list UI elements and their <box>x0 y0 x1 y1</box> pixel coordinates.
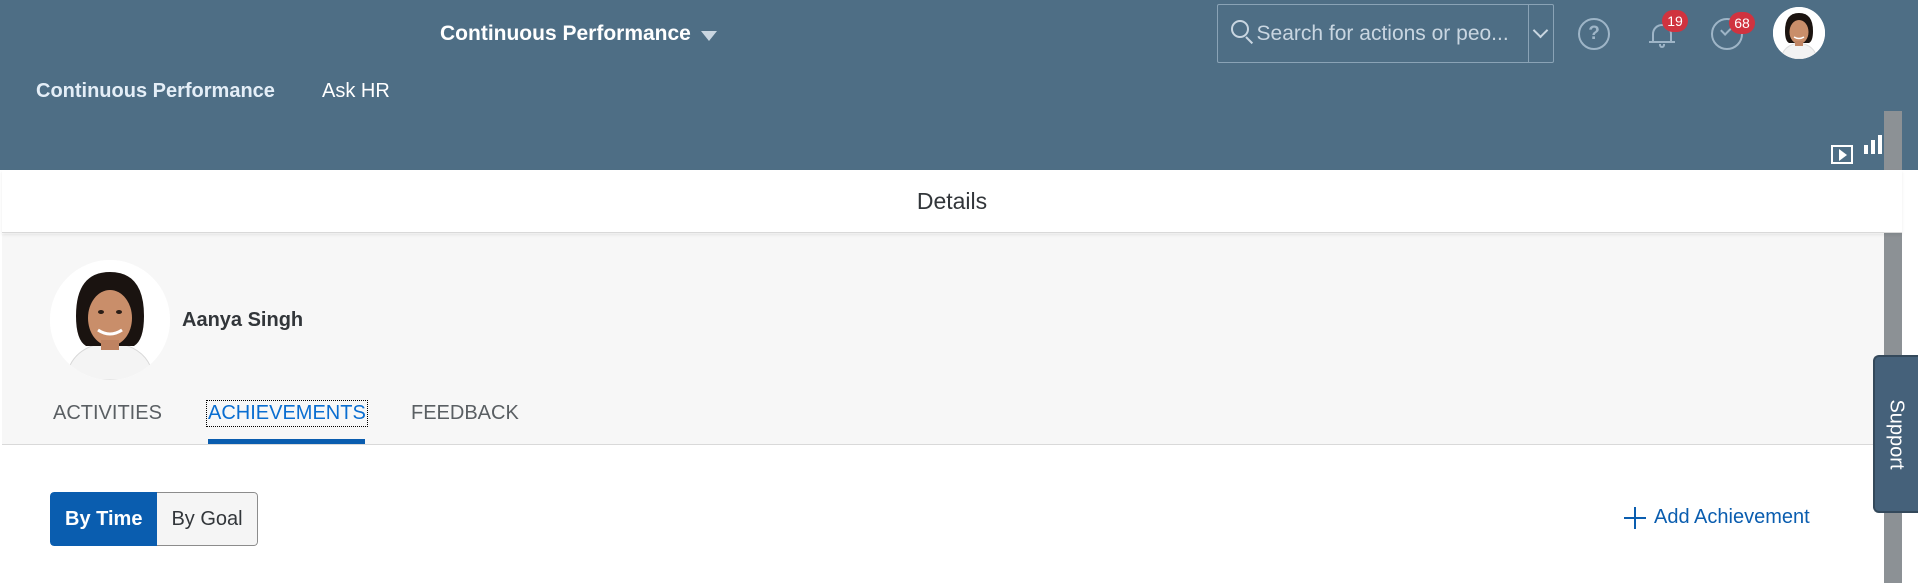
shell-header: Continuous Performance ? 19 68 Continuou… <box>0 0 1918 170</box>
search-input[interactable] <box>1252 5 1528 62</box>
by-time-button[interactable]: By Time <box>50 492 158 546</box>
nav-item-continuous-performance[interactable]: Continuous Performance <box>36 80 275 103</box>
notifications-badge: 19 <box>1662 10 1688 32</box>
play-icon[interactable] <box>1831 145 1853 164</box>
chevron-down-icon <box>1532 22 1549 39</box>
search-field[interactable] <box>1217 4 1554 63</box>
support-label: Support <box>1886 398 1908 470</box>
caret-down-icon <box>700 30 717 41</box>
help-icon[interactable]: ? <box>1578 18 1610 50</box>
user-avatar[interactable] <box>1773 7 1825 59</box>
tab-feedback[interactable]: FEEDBACK <box>411 402 519 425</box>
search-icon[interactable] <box>1226 14 1254 54</box>
profile-header: Aanya Singh ACTIVITIES ACHIEVEMENTS FEED… <box>2 234 1884 445</box>
approvals-badge: 68 <box>1729 12 1755 34</box>
notifications-button[interactable]: 19 <box>1646 10 1688 50</box>
person-name: Aanya Singh <box>182 309 304 331</box>
view-toggle: By Time By Goal <box>50 492 258 546</box>
add-achievement-button[interactable]: Add Achievement <box>1624 506 1810 529</box>
details-dialog: Details Aanya Singh ACTIVITIES ACHIEVEME… <box>2 170 1902 583</box>
person-avatar <box>50 260 170 380</box>
nav-item-ask-hr[interactable]: Ask HR <box>322 80 390 103</box>
tab-activities[interactable]: ACTIVITIES <box>53 402 162 425</box>
support-tab[interactable]: Support <box>1873 355 1918 513</box>
app-title: Continuous Performance <box>440 22 691 45</box>
app-title-menu[interactable]: Continuous Performance <box>440 22 717 46</box>
tab-achievements[interactable]: ACHIEVEMENTS <box>206 400 368 427</box>
active-tab-indicator <box>208 439 365 444</box>
search-scope-dropdown[interactable] <box>1527 5 1553 62</box>
approvals-button[interactable]: 68 <box>1711 12 1755 50</box>
plus-icon <box>1624 506 1646 529</box>
dialog-title: Details <box>2 170 1902 233</box>
by-goal-button[interactable]: By Goal <box>157 492 258 546</box>
add-achievement-label: Add Achievement <box>1654 506 1810 528</box>
